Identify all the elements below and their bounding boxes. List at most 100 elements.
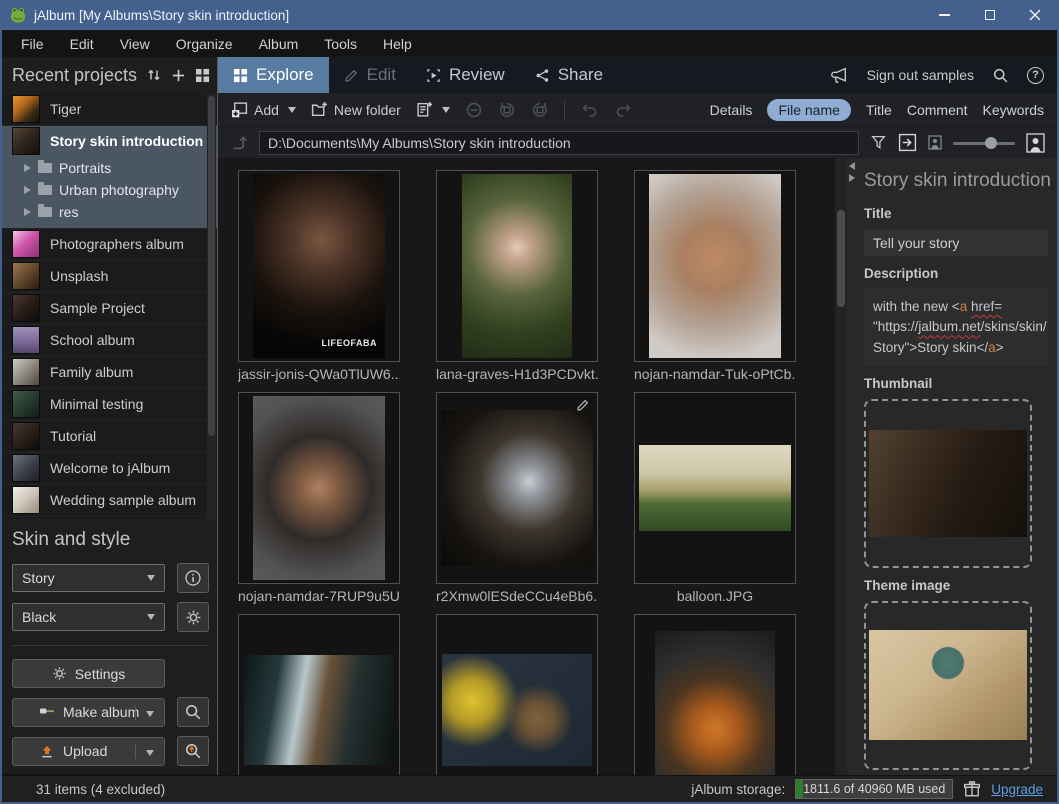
menu-help[interactable]: Help (370, 30, 425, 57)
skin-select[interactable]: Story (12, 564, 165, 592)
view-mode-title[interactable]: Title (866, 102, 892, 118)
project-subfolder-portraits[interactable]: Portraits (2, 157, 217, 179)
expand-arrow-icon[interactable] (24, 208, 31, 216)
close-button[interactable] (1012, 0, 1057, 30)
project-subfolder-res[interactable]: res (2, 201, 217, 223)
undo-icon[interactable] (580, 102, 599, 118)
menu-album[interactable]: Album (246, 30, 312, 57)
path-input[interactable] (259, 131, 859, 155)
photo-card[interactable] (634, 392, 796, 584)
photo-card[interactable] (634, 170, 796, 362)
view-mode-comment[interactable]: Comment (907, 102, 968, 118)
album-title-input[interactable] (864, 229, 1048, 256)
photo-card[interactable] (436, 170, 598, 362)
project-item-story-skin-introduction[interactable]: Story skin introductionPortraitsUrban ph… (2, 126, 217, 229)
menu-view[interactable]: View (107, 30, 163, 57)
collapse-left-icon[interactable] (849, 162, 855, 170)
expand-arrow-icon[interactable] (24, 164, 31, 172)
project-row[interactable]: Tutorial (2, 421, 217, 452)
collapse-right-icon[interactable] (849, 174, 855, 182)
sidebar-scrollbar[interactable] (207, 94, 216, 520)
theme-image-dropzone[interactable] (864, 601, 1032, 770)
photo-card[interactable] (238, 392, 400, 584)
filter-funnel-icon[interactable] (870, 134, 887, 151)
add-button[interactable]: Add (231, 101, 296, 118)
photo-card[interactable]: LIFEOFABA (238, 170, 400, 362)
make-album-button[interactable]: Make album (12, 698, 165, 727)
project-item-welcome-to-jalbum[interactable]: Welcome to jAlbum (2, 453, 217, 485)
chevron-down-icon[interactable] (146, 711, 154, 717)
thumbnail-size-slider[interactable] (953, 136, 1015, 150)
search-icon[interactable] (992, 67, 1009, 84)
project-item-tutorial[interactable]: Tutorial (2, 421, 217, 453)
project-row[interactable]: Family album (2, 357, 217, 388)
upgrade-link[interactable]: Upgrade (991, 782, 1043, 797)
thumbnail-dropzone[interactable] (864, 399, 1032, 568)
chevron-down-icon[interactable] (146, 750, 154, 756)
gift-icon[interactable] (963, 780, 981, 798)
exclude-icon[interactable] (465, 101, 483, 119)
tab-explore[interactable]: Explore (218, 57, 329, 93)
project-row[interactable]: Minimal testing (2, 389, 217, 420)
preview-upload-button[interactable] (177, 736, 209, 766)
megaphone-icon[interactable] (830, 67, 849, 84)
sign-out-link[interactable]: Sign out samples (867, 67, 974, 83)
expand-arrow-icon[interactable] (24, 186, 31, 194)
photo-card[interactable] (238, 614, 400, 775)
grid-scrollbar[interactable] (835, 158, 847, 775)
menu-tools[interactable]: Tools (311, 30, 370, 57)
photo-card[interactable] (634, 614, 796, 775)
view-mode-details[interactable]: Details (710, 102, 753, 118)
style-select[interactable]: Black (12, 603, 165, 631)
project-item-photographers-album[interactable]: Photographers album (2, 229, 217, 261)
panel-collapse-handles[interactable] (849, 162, 855, 182)
tab-review[interactable]: Review (411, 57, 520, 93)
enter-folder-icon[interactable] (898, 133, 917, 152)
rotate-right-icon[interactable] (531, 101, 549, 119)
project-view-toggle-icon[interactable] (195, 68, 210, 83)
minimize-button[interactable] (922, 0, 967, 30)
grid-scrollbar-thumb[interactable] (837, 210, 845, 307)
project-subfolder-urban-photography[interactable]: Urban photography (2, 179, 217, 201)
photo-card[interactable] (436, 614, 598, 775)
project-row[interactable]: Photographers album (2, 229, 217, 260)
project-row[interactable]: Welcome to jAlbum (2, 453, 217, 484)
menu-edit[interactable]: Edit (57, 30, 107, 57)
redo-icon[interactable] (614, 102, 633, 118)
up-directory-icon[interactable] (230, 134, 248, 151)
slider-knob[interactable] (985, 137, 997, 149)
photo-card[interactable] (436, 392, 598, 584)
add-project-icon[interactable] (171, 68, 186, 83)
tab-share[interactable]: Share (520, 57, 618, 93)
project-item-tiger[interactable]: Tiger (2, 94, 217, 126)
menu-organize[interactable]: Organize (163, 30, 246, 57)
project-item-minimal-testing[interactable]: Minimal testing (2, 389, 217, 421)
project-item-sample-project[interactable]: Sample Project (2, 293, 217, 325)
skin-info-button[interactable] (177, 563, 209, 593)
settings-button[interactable]: Settings (12, 659, 165, 688)
project-item-school-album[interactable]: School album (2, 325, 217, 357)
view-mode-keywords[interactable]: Keywords (983, 102, 1044, 118)
view-mode-file-name[interactable]: File name (767, 99, 850, 121)
rotate-left-icon[interactable] (498, 101, 516, 119)
tab-edit[interactable]: Edit (329, 57, 411, 93)
skin-settings-gear-button[interactable] (177, 602, 209, 632)
maximize-button[interactable] (967, 0, 1012, 30)
new-folder-button[interactable]: New folder (311, 101, 401, 118)
album-description-input[interactable]: with the new <a href="https://jalbum.net… (864, 289, 1048, 366)
project-row[interactable]: Sample Project (2, 293, 217, 324)
sort-projects-icon[interactable] (146, 67, 162, 83)
project-row[interactable]: Wedding sample album (2, 485, 217, 516)
menu-file[interactable]: File (8, 30, 57, 57)
new-page-button[interactable] (416, 101, 450, 118)
project-row[interactable]: Story skin introduction (2, 126, 217, 157)
upload-button[interactable]: Upload (12, 737, 165, 766)
sidebar-scrollbar-thumb[interactable] (208, 96, 215, 436)
project-row[interactable]: School album (2, 325, 217, 356)
project-item-unsplash[interactable]: Unsplash (2, 261, 217, 293)
preview-album-button[interactable] (177, 697, 209, 727)
project-item-wedding-sample-album[interactable]: Wedding sample album (2, 485, 217, 517)
project-row[interactable]: Unsplash (2, 261, 217, 292)
help-icon[interactable]: ? (1027, 67, 1044, 84)
project-item-family-album[interactable]: Family album (2, 357, 217, 389)
